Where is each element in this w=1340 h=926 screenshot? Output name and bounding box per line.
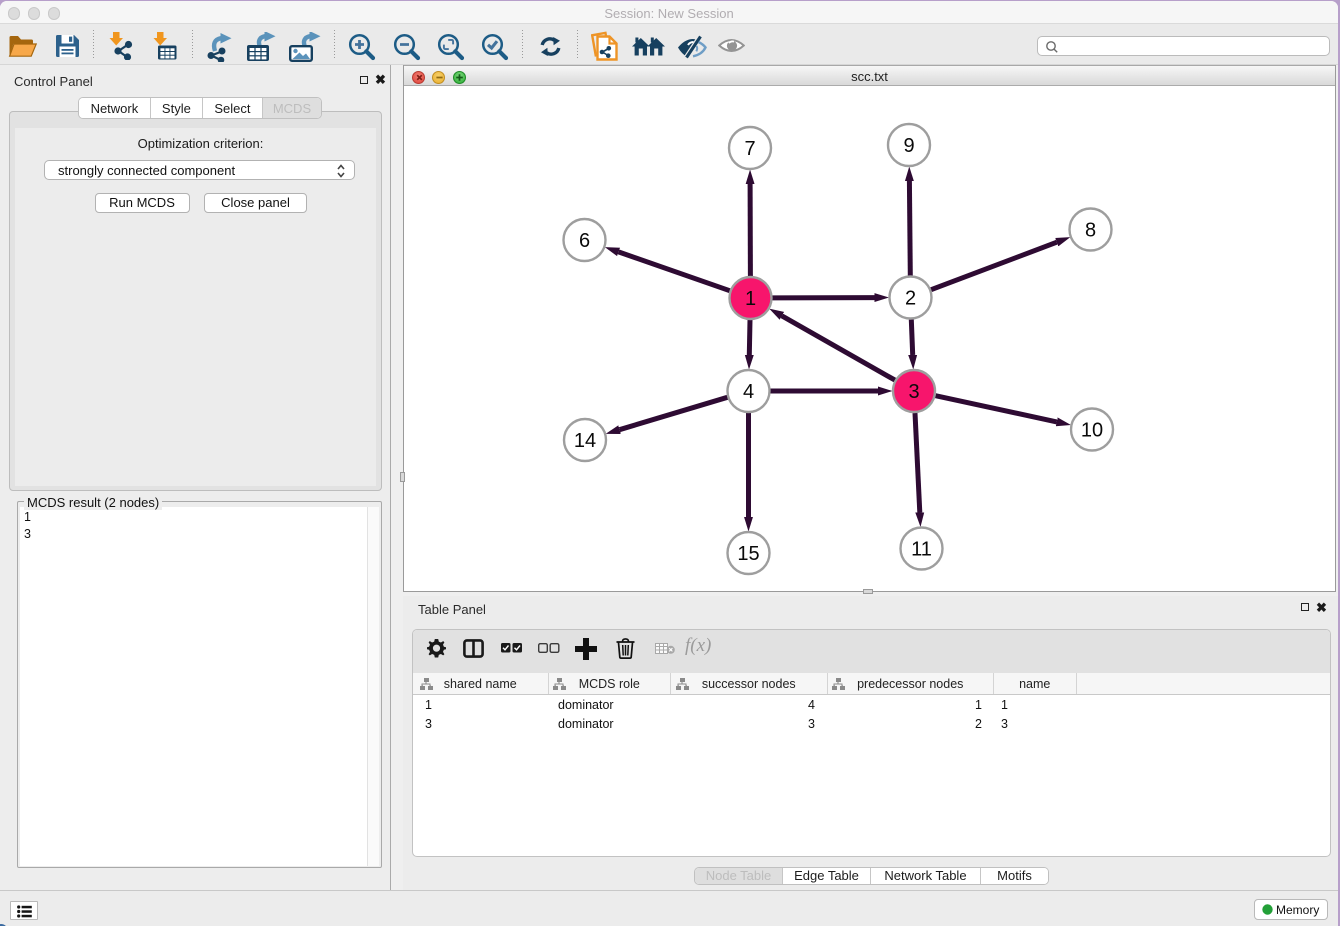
svg-text:4: 4 [743, 381, 754, 403]
svg-text:8: 8 [1085, 220, 1096, 242]
svg-text:6: 6 [579, 230, 590, 252]
svg-text:7: 7 [744, 138, 755, 160]
svg-text:14: 14 [574, 430, 596, 452]
svg-text:11: 11 [911, 539, 932, 561]
svg-text:3: 3 [908, 381, 919, 403]
svg-text:1: 1 [745, 288, 756, 310]
svg-text:15: 15 [737, 543, 759, 565]
svg-text:9: 9 [903, 135, 914, 157]
svg-text:10: 10 [1081, 420, 1103, 442]
svg-text:2: 2 [905, 288, 916, 310]
